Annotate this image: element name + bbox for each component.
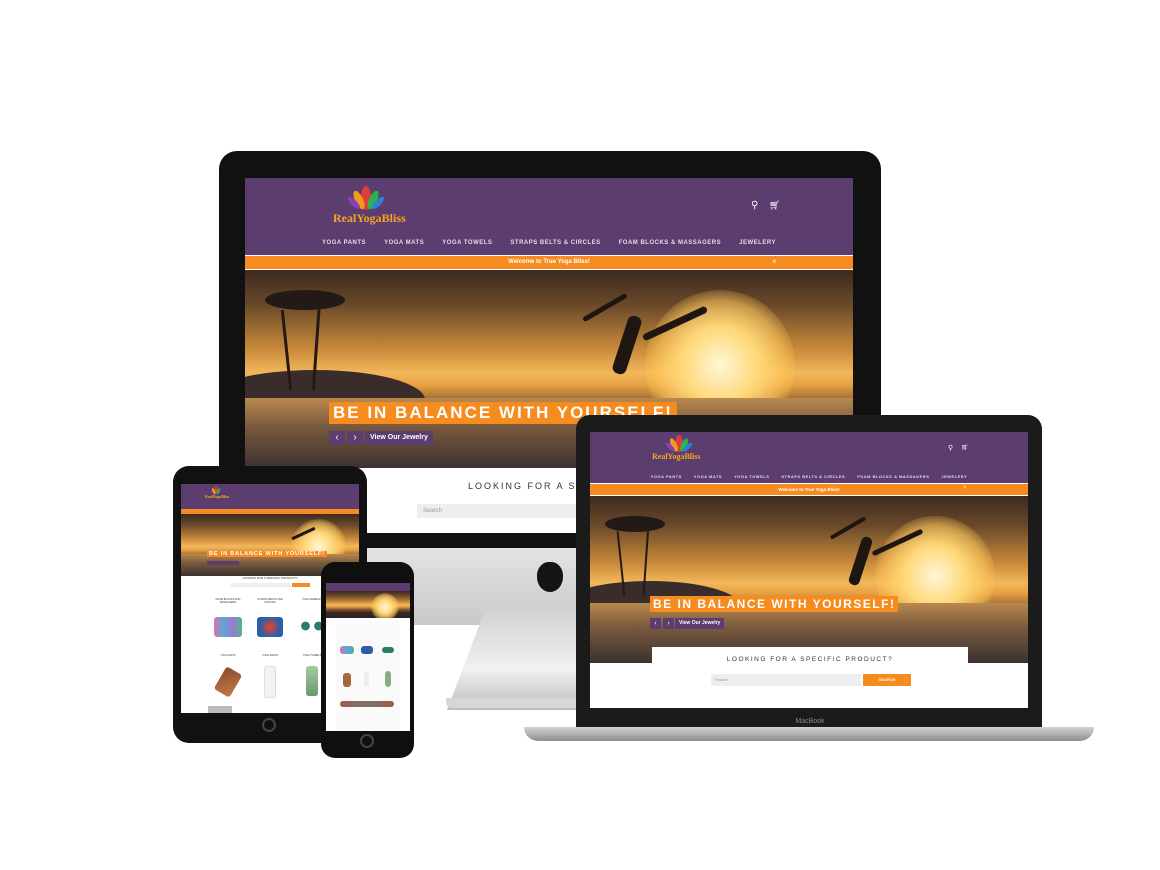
product-image[interactable]	[264, 666, 276, 698]
product-image[interactable]	[343, 673, 351, 687]
announcement-text: Welcome to True Yoga Bliss!	[778, 487, 840, 492]
hero-slide	[326, 591, 410, 618]
search-button[interactable]: SEARCH	[863, 674, 911, 686]
hero-cta-button[interactable]: View Our Jewelry	[675, 618, 725, 629]
product-image[interactable]	[214, 617, 242, 637]
hero-headline: BE IN BALANCE WITH YOURSELF!	[207, 551, 327, 557]
product-card[interactable]: YOGA PANTS	[253, 654, 287, 657]
palm-tree	[605, 516, 665, 532]
product-title: FOAM BLOCKS AND MASSAGERS	[215, 598, 241, 604]
lotus-logo-icon	[348, 186, 384, 210]
hero-prev-button[interactable]: ‹	[650, 618, 661, 629]
site-logo[interactable]: RealYogaBliss	[333, 211, 406, 226]
product-image[interactable]	[382, 647, 394, 653]
nav-yoga-pants[interactable]: YOGA PANTS	[322, 240, 366, 246]
hero-cta-button[interactable]	[207, 561, 239, 565]
product-title: STRAPS BELTS AND CIRCLES	[257, 598, 283, 604]
macbook-label: MacBook	[795, 718, 825, 725]
hero-cta-button[interactable]: View Our Jewelry	[365, 431, 433, 445]
product-image[interactable]	[340, 646, 354, 654]
phone-screen	[326, 583, 410, 731]
nav-straps[interactable]: STRAPS BELTS & CIRCLES	[510, 240, 600, 246]
hero-headline: BE IN BALANCE WITH YOURSELF!	[650, 596, 899, 612]
site-logo[interactable]: RealYogaBliss	[205, 494, 229, 499]
phone-home-button	[360, 734, 374, 748]
site-header	[326, 583, 410, 591]
nav-yoga-mats[interactable]: YOGA MATS	[384, 240, 424, 246]
announcement-bar: Welcome to True Yoga Bliss!	[245, 256, 853, 269]
palm-tree	[265, 290, 345, 310]
site-logo[interactable]: RealYogaBliss	[652, 452, 700, 461]
yoga-figure-arm	[829, 516, 867, 540]
nav-straps[interactable]: STRAPS BELTS & CIRCLES	[781, 474, 845, 479]
product-image[interactable]	[340, 701, 394, 707]
search-input[interactable]: Search	[711, 674, 861, 686]
macbook-screen: RealYogaBliss ⚲ 🛒︎ YOGA PANTS YOGA MATS …	[590, 432, 1028, 708]
product-image[interactable]	[385, 671, 391, 687]
main-nav: YOGA PANTS YOGA MATS YOGA TOWELS STRAPS …	[590, 474, 1028, 479]
product-image[interactable]	[213, 666, 243, 698]
yoga-figure	[847, 535, 874, 587]
search-placeholder: Search	[715, 677, 728, 682]
lotus-logo-icon	[666, 434, 692, 453]
hero-prev-button[interactable]: ‹	[329, 431, 345, 445]
product-title: YOGA MATS	[220, 654, 236, 657]
hero-slide	[590, 496, 1028, 663]
announcement-close-icon[interactable]: ×	[772, 257, 777, 266]
product-image[interactable]	[361, 646, 373, 654]
product-title: YOGA PANTS	[261, 654, 279, 657]
product-image[interactable]	[257, 617, 283, 637]
cart-icon[interactable]: 🛒︎	[961, 444, 969, 451]
product-image[interactable]	[306, 666, 318, 696]
product-card[interactable]: FOAM BLOCKS AND MASSAGERS	[211, 598, 245, 604]
nav-jewelery[interactable]: JEWELERY	[739, 240, 776, 246]
nav-yoga-mats[interactable]: YOGA MATS	[694, 474, 722, 479]
nav-yoga-pants[interactable]: YOGA PANTS	[651, 474, 682, 479]
search-icon[interactable]: ⚲	[751, 200, 758, 211]
search-icon[interactable]: ⚲	[948, 444, 953, 452]
macbook-base	[524, 727, 1094, 741]
announcement-close-icon[interactable]: ×	[963, 485, 967, 491]
product-image[interactable]	[364, 671, 369, 687]
apple-logo-icon	[537, 562, 563, 592]
product-card[interactable]: YOGA MATS	[211, 654, 245, 657]
sun-glow	[371, 593, 399, 618]
main-nav: YOGA PANTS YOGA MATS YOGA TOWELS STRAPS …	[245, 240, 853, 246]
yoga-figure	[611, 314, 643, 376]
search-button[interactable]	[292, 583, 310, 587]
search-input[interactable]: Search	[417, 504, 587, 518]
yoga-figure-arm	[582, 292, 628, 323]
cart-icon[interactable]: 🛒︎	[769, 200, 780, 211]
announcement-text: Welcome to True Yoga Bliss!	[508, 259, 590, 265]
hero-next-button[interactable]: ›	[347, 431, 363, 445]
nav-jewelery[interactable]: JEWELERY	[941, 474, 967, 479]
hero-next-button[interactable]: ›	[663, 618, 674, 629]
pagination-bar	[208, 706, 232, 713]
product-card[interactable]: STRAPS BELTS AND CIRCLES	[253, 598, 287, 604]
search-section-title: LOOKING FOR A SPECIFIC PRODUCT?	[726, 656, 894, 663]
nav-yoga-towels[interactable]: YOGA TOWELS	[442, 240, 492, 246]
nav-foam-blocks[interactable]: FOAM BLOCKS & MASSAGERS	[857, 474, 929, 479]
search-placeholder: Search	[423, 508, 443, 514]
ipad-home-button	[262, 718, 276, 732]
search-input[interactable]	[231, 583, 291, 587]
nav-foam-blocks[interactable]: FOAM BLOCKS & MASSAGERS	[619, 240, 722, 246]
nav-yoga-towels[interactable]: YOGA TOWELS	[734, 474, 769, 479]
